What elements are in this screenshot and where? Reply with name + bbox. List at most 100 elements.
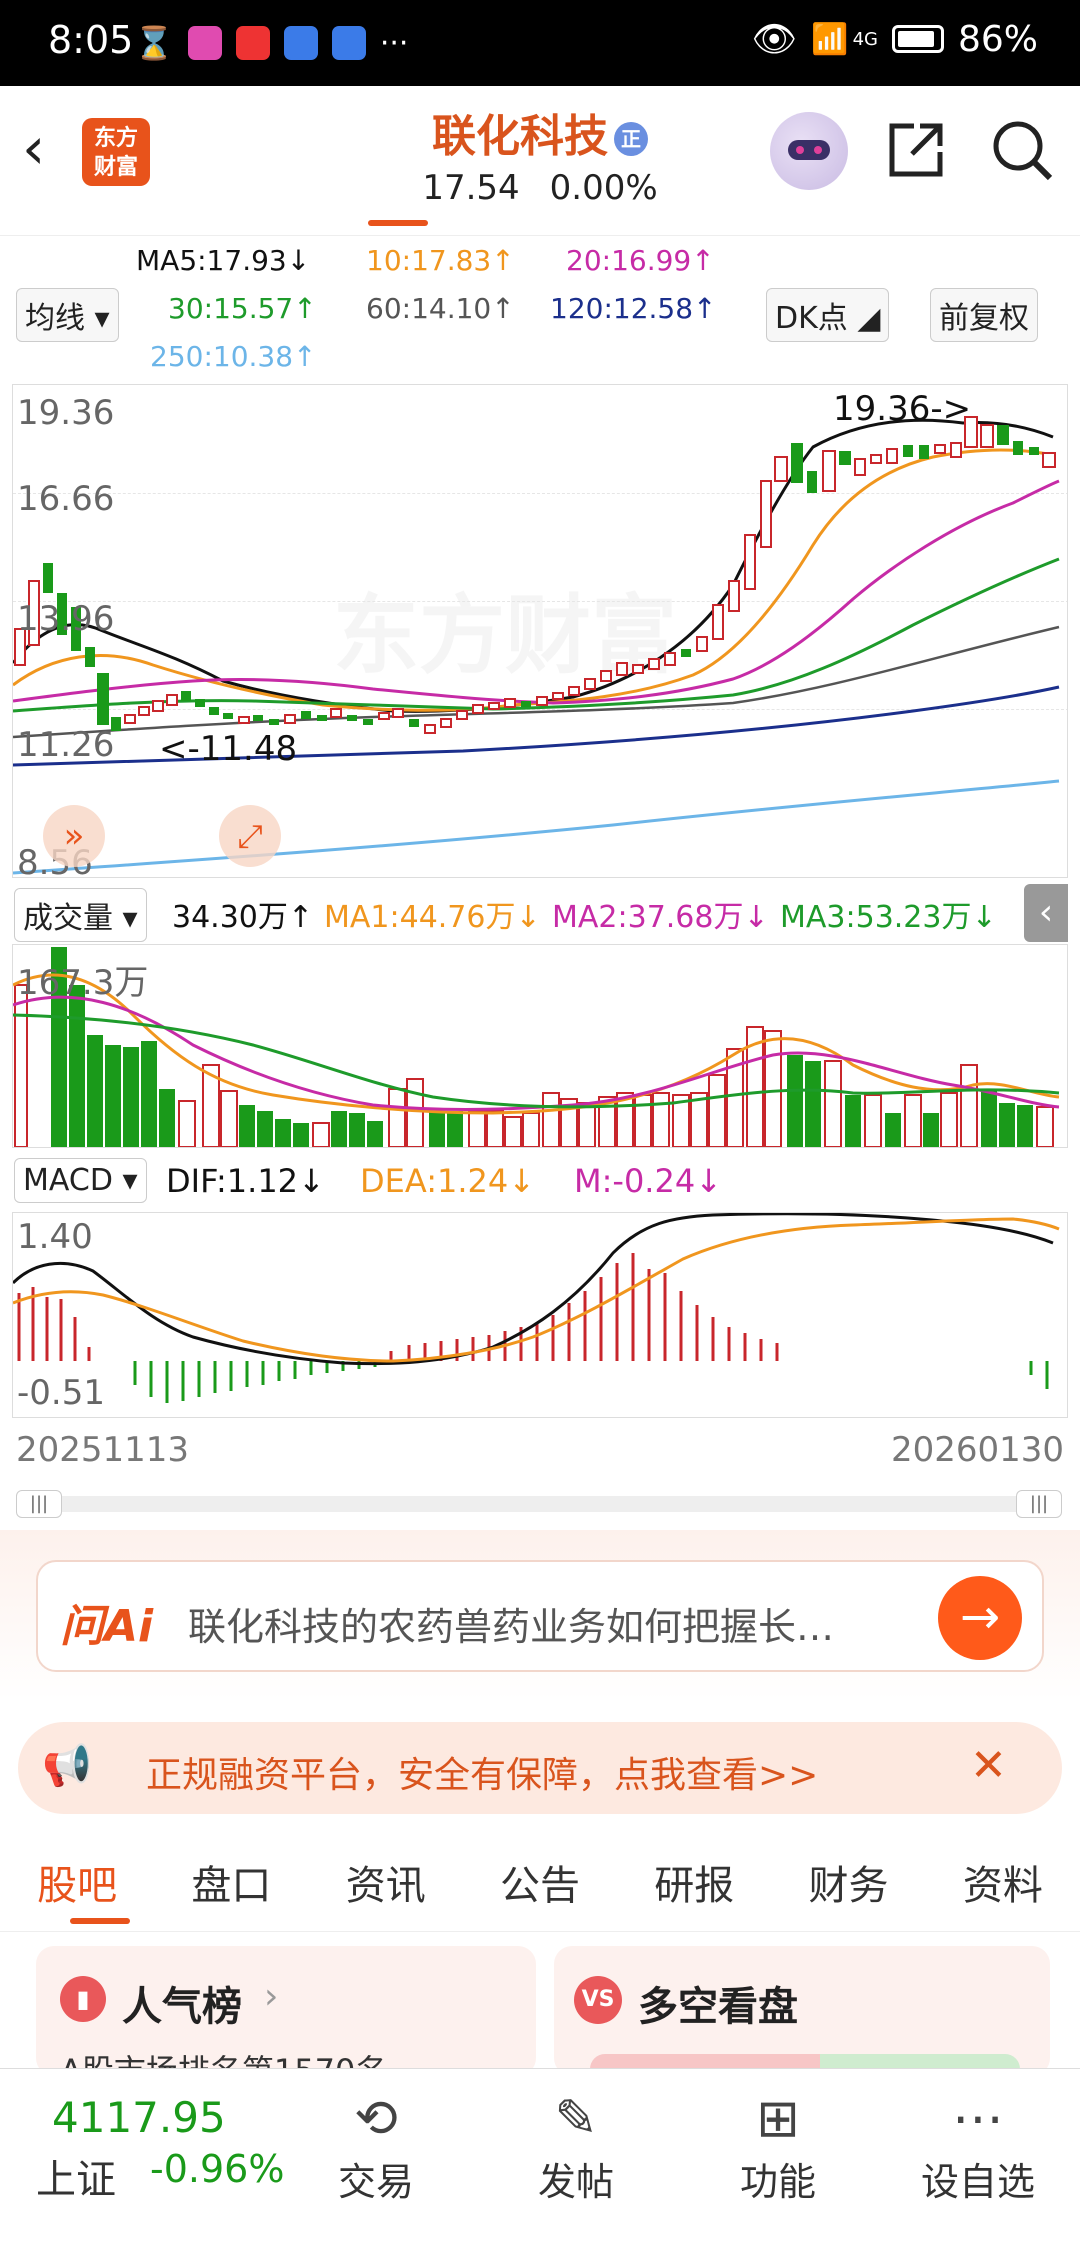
volume-ma3: MA3:53.23万↓ <box>780 900 997 935</box>
share-icon[interactable] <box>886 120 946 180</box>
volume-value: 34.30万↑ <box>172 900 314 935</box>
tab-announcement[interactable]: 公告 <box>500 1853 580 1911</box>
bull-bear-card[interactable]: VS 多空看盘 <box>554 1946 1050 2076</box>
status-bar: 8:05 ⌛ ··· 👁 📶 4G 86% <box>0 0 1080 86</box>
ma250-value: 250:10.38↑ <box>150 340 317 373</box>
arrow-right-icon[interactable]: → <box>938 1576 1022 1660</box>
volume-top-label: 167.3万 <box>17 963 149 1003</box>
search-icon[interactable] <box>990 118 1054 182</box>
nav-functions[interactable]: ⊞ 功能 <box>718 2087 838 2206</box>
battery-icon <box>891 25 944 53</box>
ad-text: 正规融资平台，安全有保障，点我查看>> <box>146 1755 819 1796</box>
edit-icon: ✎ <box>554 2089 598 2149</box>
max-price-note: 19.36-> <box>833 389 972 429</box>
tab-finance[interactable]: 财务 <box>809 1853 889 1911</box>
macd-plot <box>13 1213 1060 1403</box>
megaphone-icon: 📢 <box>42 1743 92 1789</box>
baidu-icon <box>331 26 366 60</box>
fullscreen-icon[interactable]: ⤢ <box>219 805 281 867</box>
ma60-value: 60:14.10↑ <box>366 292 515 325</box>
dk-point-button[interactable]: DK点 ◢ <box>766 288 890 342</box>
y-label-3: 13.96 <box>17 599 115 639</box>
macd-selector[interactable]: MACD ▾ <box>14 1158 147 1203</box>
verified-badge-icon: 正 <box>614 122 648 156</box>
volume-plot <box>13 947 1060 1147</box>
grid-icon: ⊞ <box>756 2089 800 2149</box>
index-change[interactable]: -0.96% <box>150 2147 284 2191</box>
ai-question-text: 联化科技的农药兽药业务如何把握长… <box>188 1605 835 1649</box>
tab-research[interactable]: 研报 <box>654 1853 734 1911</box>
bull-bear-title: 多空看盘 <box>638 1984 798 2030</box>
range-handle-right[interactable]: ||| <box>1016 1490 1062 1518</box>
volume-ma2: MA2:37.68万↓ <box>552 900 769 935</box>
bottom-nav: 4117.95 上证 -0.96% ⟲ 交易 ✎ 发帖 ⊞ 功能 ⋯ 设自选 <box>0 2068 1080 2244</box>
vs-icon: VS <box>574 1976 622 2024</box>
eye-icon: 👁 <box>751 19 798 60</box>
collapse-panel-icon[interactable]: ‹ <box>1024 884 1068 942</box>
nav-trade[interactable]: ⟲ 交易 <box>316 2087 436 2206</box>
app-icon <box>235 26 270 60</box>
ai-question-box[interactable]: 问Ai 联化科技的农药兽药业务如何把握长… → <box>36 1560 1044 1672</box>
robot-assistant-icon[interactable] <box>770 112 848 190</box>
chart-bar-icon: ▮ <box>60 1976 106 2022</box>
app-icon <box>187 26 222 60</box>
battery-percent: 86% <box>957 18 1038 60</box>
ma120-value: 120:12.58↑ <box>550 292 717 325</box>
range-handle-left[interactable]: ||| <box>16 1490 62 1518</box>
ma10-value: 10:17.83↑ <box>366 244 515 277</box>
nav-add-watchlist[interactable]: ⋯ 设自选 <box>918 2087 1038 2206</box>
tab-guba[interactable]: 股吧 <box>37 1853 117 1911</box>
title-underline <box>368 220 428 226</box>
content-tabs: 股吧 盘口 资讯 公告 研报 财务 资料 <box>0 1832 1080 1932</box>
macd-dea: DEA:1.24↓ <box>360 1162 536 1200</box>
more-dots: ··· <box>379 25 409 61</box>
status-right: 👁 📶 4G 86% <box>751 18 1038 61</box>
baidu-icon <box>283 26 318 60</box>
index-name[interactable]: 上证 <box>36 2147 116 2205</box>
stock-change: 0.00% <box>549 168 658 208</box>
chevron-right-icon: › <box>264 1976 279 2017</box>
ma5-value: MA5:17.93↓ <box>136 244 311 277</box>
wifi-icon: 📶 <box>811 21 849 57</box>
tab-profile[interactable]: 资料 <box>963 1853 1043 1911</box>
candles <box>14 416 1056 734</box>
status-time: 8:05 <box>48 18 134 62</box>
indicator-selector[interactable]: 均线 ▾ <box>16 288 119 342</box>
expand-panel-icon[interactable]: » <box>43 805 105 867</box>
y-label-1: 19.36 <box>17 393 115 433</box>
more-circle-icon: ⋯ <box>952 2089 1004 2149</box>
popularity-card[interactable]: ▮ 人气榜 › A股市场排名第1570名 <box>36 1946 536 2076</box>
volume-selector[interactable]: 成交量 ▾ <box>14 888 147 942</box>
nav-post[interactable]: ✎ 发帖 <box>516 2087 636 2206</box>
tab-news[interactable]: 资讯 <box>346 1853 426 1911</box>
volume-chart[interactable]: 167.3万 <box>12 944 1068 1148</box>
macd-chart[interactable]: 1.40 -0.51 <box>12 1212 1068 1418</box>
close-icon[interactable]: ✕ <box>970 1740 1007 1791</box>
ma30-value: 30:15.57↑ <box>168 292 317 325</box>
macd-bottom-label: -0.51 <box>17 1373 105 1413</box>
yen-exchange-icon: ⟲ <box>354 2089 398 2149</box>
status-app-icons: ⌛ ··· <box>134 24 408 62</box>
start-date: 20251113 <box>16 1430 190 1470</box>
ma20-value: 20:16.99↑ <box>566 244 715 277</box>
y-label-4: 11.26 <box>17 725 115 765</box>
ad-banner[interactable]: 📢 正规融资平台，安全有保障，点我查看>> ✕ <box>18 1722 1062 1814</box>
popularity-title: 人气榜 <box>122 1984 242 2030</box>
signal-label: 4G <box>852 28 878 50</box>
kline-plot <box>13 416 1060 875</box>
adjust-mode-button[interactable]: 前复权 <box>930 288 1038 342</box>
macd-top-label: 1.40 <box>17 1217 93 1257</box>
y-label-2: 16.66 <box>17 479 115 519</box>
range-scrollbar[interactable] <box>18 1496 1062 1512</box>
ai-logo: 问Ai <box>60 1601 154 1652</box>
macd-m: M:-0.24↓ <box>574 1162 722 1200</box>
hourglass-icon: ⌛ <box>134 24 174 62</box>
kline-chart[interactable]: 东方财富 <box>12 384 1068 878</box>
macd-dif: DIF:1.12↓ <box>166 1162 325 1200</box>
stock-price: 17.54 <box>422 168 520 208</box>
index-value[interactable]: 4117.95 <box>52 2093 226 2142</box>
volume-ma1: MA1:44.76万↓ <box>324 900 541 935</box>
tab-pankou[interactable]: 盘口 <box>191 1853 271 1911</box>
tab-indicator <box>70 1918 130 1924</box>
end-date: 20260130 <box>890 1430 1064 1470</box>
